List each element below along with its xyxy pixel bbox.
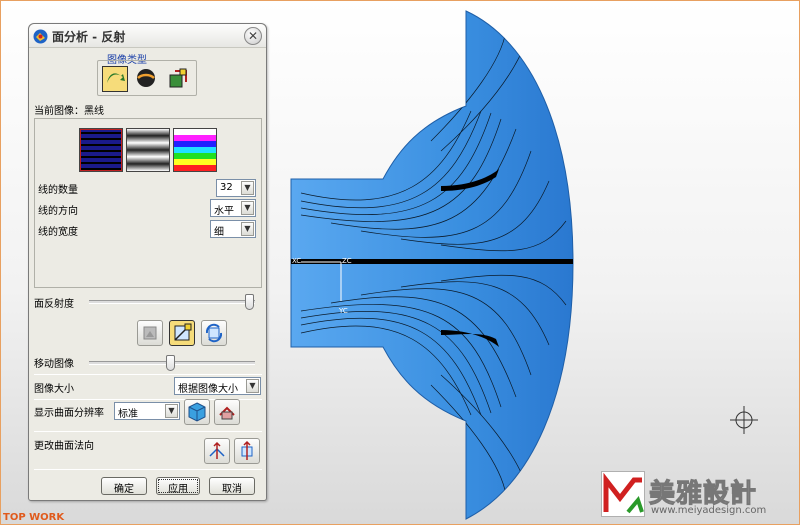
gray-stripe-swatch[interactable] [126,128,170,172]
section-divider [34,469,262,470]
line-count-label: 线的数量 [38,185,78,196]
black-line-swatch[interactable] [79,128,123,172]
line-count-value: 32 [220,182,233,193]
line-width-label: 线的宽度 [38,227,78,238]
image-edit-icon [174,323,192,341]
specify-normal-icon [241,440,253,460]
image-mode-right-button[interactable] [201,320,227,346]
watermark-url: www.meiyadesign.com [651,505,767,516]
watermark-logo [601,471,645,517]
high-quality-display-button[interactable] [214,399,240,425]
image-size-label: 图像大小 [34,384,74,395]
reflectivity-label: 面反射度 [34,299,74,310]
dialog-title: 面分析 - 反射 [52,30,126,44]
shaded-surface-icon [219,406,235,420]
axis-label-yc: YC [338,307,348,315]
blue-stripes-image [79,128,123,172]
axis-label-xc: XC [292,257,301,265]
sphere-image-icon [137,69,155,87]
cancel-button[interactable]: 取消 [209,477,255,495]
black-line-icon [107,73,125,83]
move-image-slider-thumb[interactable] [166,355,175,371]
display-resolution-select[interactable]: 标准 ▼ [114,402,180,420]
chevron-down-icon: ▼ [241,222,254,236]
scene-image-type-button[interactable] [166,66,192,92]
chevron-down-icon: ▼ [246,379,259,393]
update-display-button[interactable] [184,399,210,425]
current-image-label: 当前图像：黑线 [34,106,104,117]
line-direction-label: 线的方向 [38,206,78,217]
color-stripe-swatch[interactable] [173,128,217,172]
reverse-normal-button[interactable] [204,438,230,464]
color-line-type-button[interactable] [134,66,160,92]
black-line-type-button[interactable] [102,66,128,92]
line-count-select[interactable]: 32 ▼ [216,179,256,197]
line-width-select[interactable]: 细 ▼ [210,220,256,238]
display-resolution-label: 显示曲面分辨率 [34,408,104,419]
ok-button[interactable]: 确定 [101,477,147,495]
apply-button[interactable]: 应用 [156,477,200,495]
specify-normal-button[interactable] [234,438,260,464]
color-stripes-image [174,129,216,171]
brand-footer: TOP WORK [3,512,65,523]
move-image-label: 移动图像 [34,359,74,370]
chevron-down-icon: ▼ [241,201,254,215]
chevron-down-icon: ▼ [165,404,178,418]
change-normal-label: 更改曲面法向 [34,441,94,452]
scene-image-icon [169,68,187,88]
line-width-value: 细 [214,227,224,238]
gray-stripes-image [127,129,169,171]
image-mode-center-button[interactable] [169,320,195,346]
line-direction-select[interactable]: 水平 ▼ [210,199,256,217]
crosshair-icon [730,406,758,434]
image-mode-left-button[interactable] [137,320,163,346]
reflection-surface[interactable] [290,10,574,520]
app-logo-icon [33,29,48,44]
reflection-analysis-dialog: 面分析 - 反射 ✕ 图像类型 当前图像：黑线 线的数量 32 ▼ 线的方向 水… [28,23,267,501]
display-resolution-value: 标准 [118,409,138,420]
section-divider [34,431,262,432]
section-divider [34,374,262,375]
cube-icon [188,402,206,422]
axis-label-zc: ZC [342,257,352,265]
image-frame-icon [143,326,157,340]
image-size-select[interactable]: 根据图像大小 ▼ [174,377,261,395]
chevron-down-icon: ▼ [241,181,254,195]
reflectivity-slider-thumb[interactable] [245,294,254,310]
rotate-image-icon [205,323,223,343]
dialog-titlebar[interactable]: 面分析 - 反射 ✕ [29,24,266,48]
m-logo-icon [603,472,644,514]
image-size-value: 根据图像大小 [178,384,238,395]
watermark: 美雅設計 www.meiyadesign.com [601,471,796,517]
image-type-group [97,60,197,96]
close-button[interactable]: ✕ [244,27,262,45]
reflectivity-slider-track[interactable] [89,300,255,304]
line-direction-value: 水平 [214,206,234,217]
reverse-normal-icon [209,441,225,459]
